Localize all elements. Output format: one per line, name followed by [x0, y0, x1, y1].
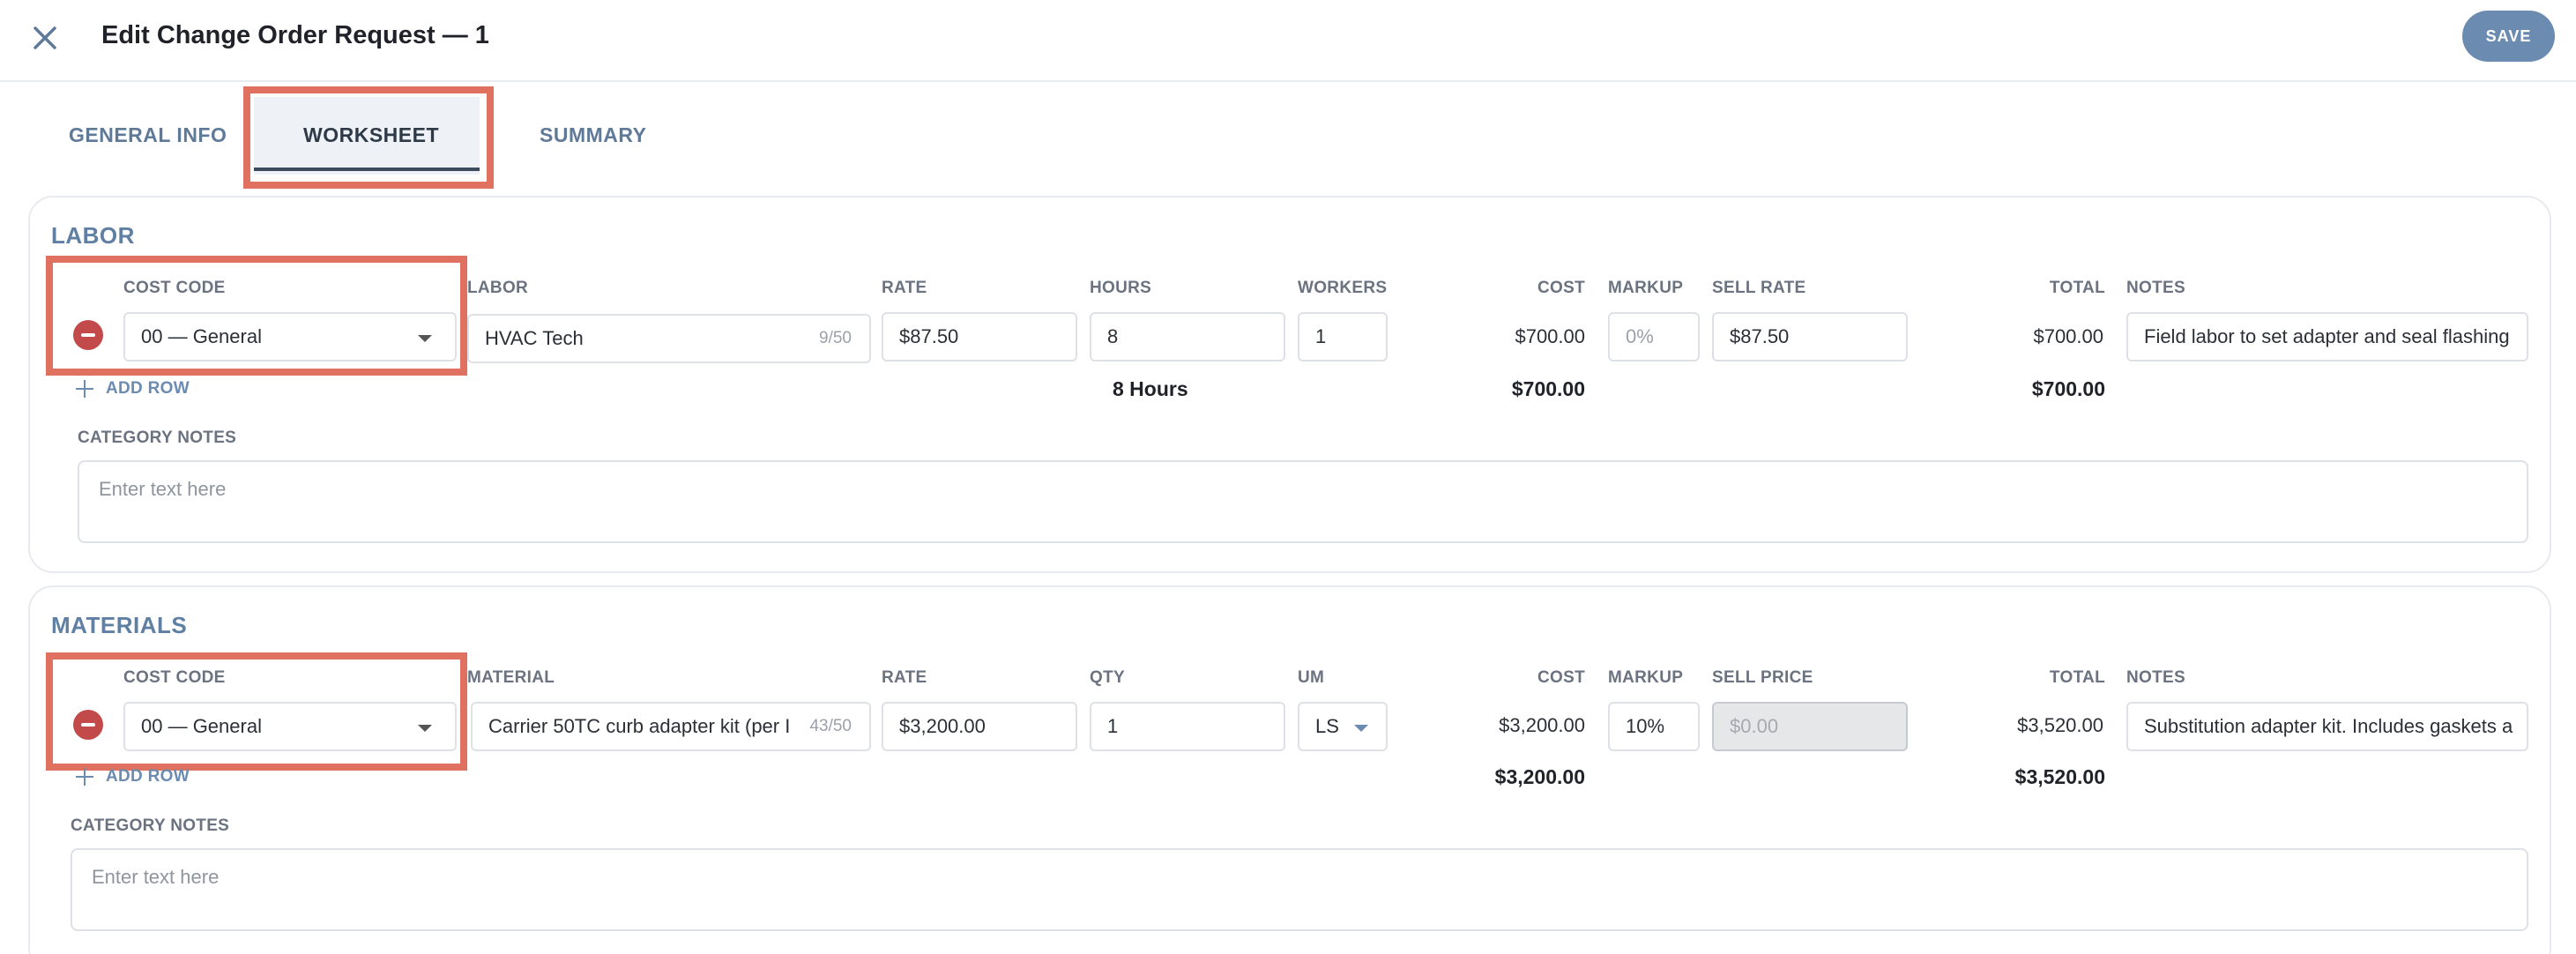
materials-notes-value: Substitution adapter kit. Includes gaske…: [2144, 715, 2513, 737]
labor-col-workers: WORKERS: [1298, 279, 1388, 297]
labor-workers-value: 1: [1315, 325, 1327, 347]
materials-col-cost-code: COST CODE: [123, 668, 226, 687]
labor-rate-input[interactable]: $87.50: [882, 312, 1077, 361]
materials-col-markup: MARKUP: [1608, 668, 1684, 687]
labor-add-row-button[interactable]: ADD ROW: [76, 379, 190, 399]
materials-col-qty: QTY: [1090, 668, 1125, 687]
materials-um-value: LS: [1315, 715, 1339, 737]
labor-markup-placeholder: 0%: [1626, 325, 1654, 347]
chevron-down-icon: [418, 335, 432, 342]
chevron-down-icon: [1354, 725, 1368, 732]
labor-col-rate: RATE: [882, 279, 927, 297]
materials-col-total: TOTAL: [2049, 668, 2105, 687]
labor-category-notes-input[interactable]: Enter text here: [78, 460, 2528, 543]
labor-cost-total: $700.00: [1511, 377, 1585, 400]
tab-summary[interactable]: SUMMARY: [540, 123, 646, 147]
materials-um-select[interactable]: LS: [1298, 702, 1388, 751]
materials-char-counter: 43/50: [804, 717, 852, 736]
materials-grand-total: $3,520.00: [2014, 765, 2105, 788]
labor-add-row-label: ADD ROW: [106, 379, 190, 398]
materials-sell-price-input: $0.00: [1712, 702, 1908, 751]
materials-add-row-button[interactable]: ADD ROW: [76, 767, 190, 786]
labor-cost-code-value: 00 — General: [141, 325, 262, 347]
materials-col-um: UM: [1298, 668, 1325, 687]
materials-total-value: $3,520.00: [2017, 714, 2103, 736]
labor-name-input[interactable]: HVAC Tech 9/50: [467, 314, 871, 363]
labor-total-value: $700.00: [2033, 325, 2103, 347]
remove-row-button[interactable]: [73, 320, 103, 350]
materials-add-row-label: ADD ROW: [106, 767, 190, 786]
materials-sell-price-placeholder: $0.00: [1730, 715, 1779, 737]
materials-qty-value: 1: [1107, 715, 1119, 737]
tab-general-info[interactable]: GENERAL INFO: [69, 123, 227, 147]
labor-col-notes: NOTES: [2126, 279, 2185, 297]
page-title: Edit Change Order Request — 1: [101, 21, 489, 49]
labor-cost-code-select[interactable]: 00 — General: [123, 312, 457, 361]
labor-col-hours: HOURS: [1090, 279, 1152, 297]
materials-markup-value: 10%: [1626, 715, 1665, 737]
labor-sell-rate-input[interactable]: $87.50: [1712, 312, 1908, 361]
plus-icon: [76, 380, 93, 398]
materials-col-notes: NOTES: [2126, 668, 2185, 687]
labor-sell-rate-value: $87.50: [1730, 325, 1790, 347]
labor-workers-input[interactable]: 1: [1298, 312, 1388, 361]
labor-notes-input[interactable]: Field labor to set adapter and seal flas…: [2126, 312, 2528, 361]
materials-cost-code-value: 00 — General: [141, 715, 262, 737]
save-button[interactable]: SAVE: [2462, 11, 2555, 62]
materials-col-cost: COST: [1537, 668, 1585, 687]
materials-name-input[interactable]: Carrier 50TC curb adapter kit (per I 43/…: [471, 702, 871, 751]
labor-grand-total: $700.00: [2031, 377, 2105, 400]
materials-col-sell-price: SELL PRICE: [1712, 668, 1813, 687]
labor-markup-input[interactable]: 0%: [1608, 312, 1700, 361]
materials-cost-code-select[interactable]: 00 — General: [123, 702, 457, 751]
tab-worksheet[interactable]: WORKSHEET: [303, 123, 439, 147]
labor-col-total: TOTAL: [2049, 279, 2105, 297]
tab-active-underline: [254, 168, 480, 171]
materials-col-material: MATERIAL: [467, 668, 555, 687]
remove-row-button[interactable]: [73, 710, 103, 740]
labor-col-markup: MARKUP: [1608, 279, 1684, 297]
top-bar: Edit Change Order Request — 1 SAVE: [0, 0, 2576, 82]
materials-col-rate: RATE: [882, 668, 927, 687]
materials-cost-value: $3,200.00: [1499, 714, 1585, 736]
materials-notes-input[interactable]: Substitution adapter kit. Includes gaske…: [2126, 702, 2528, 751]
materials-category-notes-input[interactable]: Enter text here: [71, 848, 2528, 931]
materials-cost-total: $3,200.00: [1494, 765, 1585, 788]
materials-name-value: Carrier 50TC curb adapter kit (per I: [488, 715, 791, 737]
labor-col-sell-rate: SELL RATE: [1712, 279, 1806, 297]
labor-category-notes-label: CATEGORY NOTES: [78, 429, 237, 447]
labor-col-cost: COST: [1537, 279, 1585, 297]
labor-rate-value: $87.50: [899, 325, 959, 347]
materials-title: MATERIALS: [51, 612, 188, 638]
materials-rate-value: $3,200.00: [899, 715, 986, 737]
chevron-down-icon: [418, 725, 432, 732]
labor-hours-input[interactable]: 8: [1090, 312, 1285, 361]
labor-hours-total: 8 Hours: [1113, 377, 1188, 400]
close-icon[interactable]: [28, 21, 62, 55]
materials-markup-input[interactable]: 10%: [1608, 702, 1700, 751]
labor-hours-value: 8: [1107, 325, 1119, 347]
plus-icon: [76, 768, 93, 786]
labor-title: LABOR: [51, 222, 135, 249]
labor-col-labor: LABOR: [467, 279, 529, 297]
labor-notes-value: Field labor to set adapter and seal flas…: [2144, 325, 2510, 347]
materials-qty-input[interactable]: 1: [1090, 702, 1285, 751]
materials-category-notes-label: CATEGORY NOTES: [71, 816, 230, 835]
labor-char-counter: 9/50: [814, 329, 852, 348]
labor-cost-value: $700.00: [1515, 325, 1585, 347]
labor-name-value: HVAC Tech: [485, 327, 584, 349]
labor-col-cost-code: COST CODE: [123, 279, 226, 297]
materials-rate-input[interactable]: $3,200.00: [882, 702, 1077, 751]
